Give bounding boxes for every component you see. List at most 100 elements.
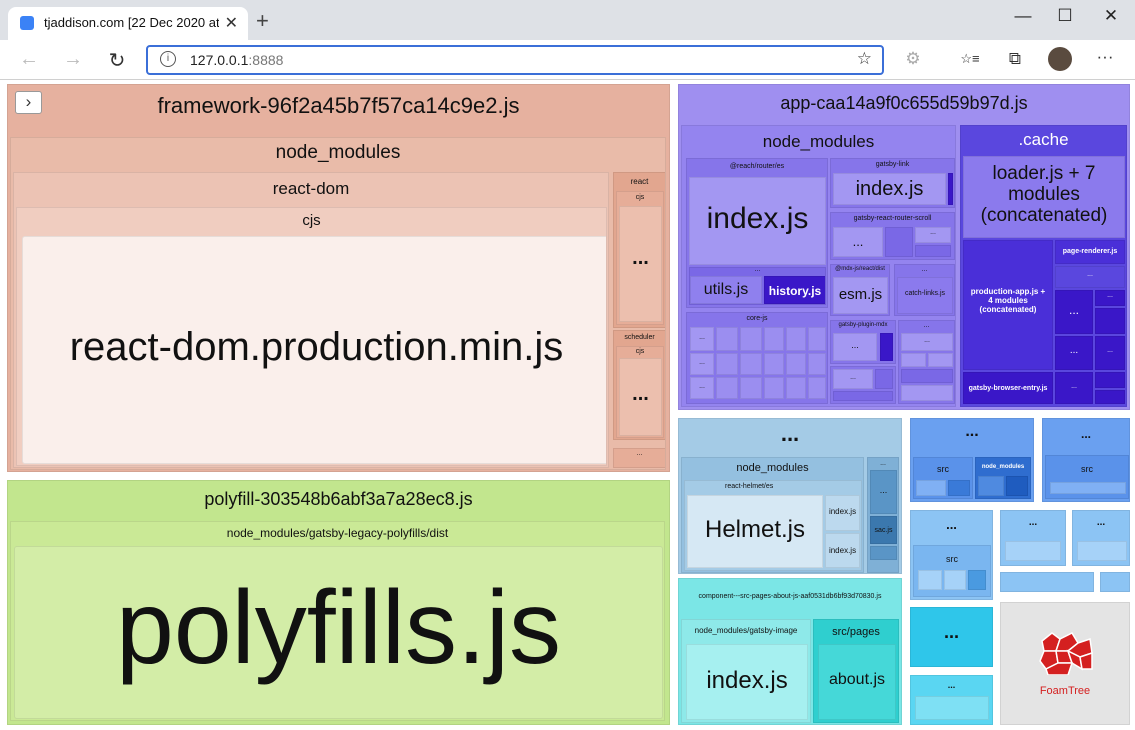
small-chunk-2[interactable]: ... src xyxy=(1042,418,1130,502)
react-dom-cjs-folder[interactable]: cjs react-dom.production.min.js xyxy=(16,207,607,466)
react-dom-folder[interactable]: react-dom cjs react-dom.production.min.j… xyxy=(13,172,609,468)
react-helmet-folder[interactable]: react-helmet/es Helmet.js index.js index… xyxy=(684,480,862,571)
core-js-module[interactable] xyxy=(716,327,738,351)
app-node-modules[interactable]: node_modules @reach/router/es index.js .… xyxy=(681,125,956,407)
sac-file[interactable]: sac.js xyxy=(870,516,897,544)
cache-module[interactable] xyxy=(1095,308,1125,334)
helmet-chunk[interactable]: ... node_modules react-helmet/es Helmet.… xyxy=(678,418,902,574)
helmet-file[interactable]: Helmet.js xyxy=(687,495,823,568)
router-scroll-more-node[interactable]: ... xyxy=(915,227,951,243)
helmet-side-module[interactable] xyxy=(870,546,897,560)
core-js-module[interactable] xyxy=(740,353,762,375)
core-js-module[interactable] xyxy=(764,327,784,351)
core-js-module[interactable] xyxy=(808,353,826,375)
esm-file[interactable]: esm.js xyxy=(833,277,888,314)
small-module[interactable] xyxy=(948,480,970,496)
catch-links-file[interactable]: catch-links.js xyxy=(897,277,953,314)
router-scroll-folder[interactable]: gatsby-react-router-scroll ... ... xyxy=(830,212,955,260)
tab-close-icon[interactable]: ✕ xyxy=(225,13,238,33)
small-module[interactable] xyxy=(944,570,966,590)
react-cjs-folder[interactable]: cjs ... xyxy=(616,191,664,325)
small-chunk-7[interactable] xyxy=(1100,572,1130,592)
gatsby-link-index-file[interactable]: index.js xyxy=(833,173,946,205)
small-module[interactable] xyxy=(1077,541,1127,561)
app-misc-folder-2[interactable]: ... ... xyxy=(898,320,955,404)
core-js-module[interactable] xyxy=(786,353,806,375)
app-chunk[interactable]: app-caa14a9f0c655d59b97d.js node_modules… xyxy=(678,84,1130,410)
scheduler-folder[interactable]: scheduler cjs ... xyxy=(613,330,665,440)
core-js-more-node[interactable]: ... xyxy=(690,377,714,399)
cache-module[interactable] xyxy=(1095,390,1125,404)
core-js-module[interactable] xyxy=(740,327,762,351)
framework-node-modules[interactable]: node_modules react-dom cjs react-dom.pro… xyxy=(10,137,666,470)
helmet-side-folder[interactable]: ... ... sac.js xyxy=(867,457,899,573)
cache-folder[interactable]: .cache loader.js + 7 modules (concatenat… xyxy=(960,125,1127,407)
router-scroll-module[interactable] xyxy=(915,245,951,257)
small-module[interactable] xyxy=(918,570,942,590)
gatsby-link-module[interactable] xyxy=(948,173,953,205)
cache-module[interactable]: ... xyxy=(1055,290,1093,334)
cache-module[interactable]: ... xyxy=(1055,372,1093,404)
cache-module[interactable] xyxy=(1095,372,1125,388)
router-scroll-more-node[interactable]: ... xyxy=(833,227,883,257)
gatsby-link-folder[interactable]: gatsby-link index.js xyxy=(830,158,955,208)
back-button[interactable]: ← xyxy=(16,48,42,71)
page-renderer-file[interactable]: page-renderer.js xyxy=(1055,240,1125,264)
maximize-button[interactable]: ☐ xyxy=(1050,6,1080,26)
plugin-mdx-folder[interactable]: gatsby-plugin-mdx ... xyxy=(830,320,896,364)
reach-more-node[interactable]: ... utils.js history.js xyxy=(689,267,826,305)
polyfill-dist-folder[interactable]: node_modules/gatsby-legacy-polyfills/dis… xyxy=(10,521,665,721)
react-more-node[interactable]: ... xyxy=(619,206,662,322)
small-chunk-5[interactable]: ... xyxy=(1072,510,1130,566)
core-js-more-node[interactable]: ... xyxy=(690,327,714,351)
production-app-file[interactable]: production-app.js + 4 modules (concatena… xyxy=(963,240,1053,370)
extension-icon[interactable]: ⚙ xyxy=(901,49,925,69)
small-chunk-3-src[interactable]: src xyxy=(913,545,991,597)
small-chunk-9[interactable]: ... xyxy=(910,675,993,725)
loader-file[interactable]: loader.js + 7 modules (concatenated) xyxy=(963,156,1125,238)
react-folder[interactable]: react cjs ... xyxy=(613,172,665,328)
small-module[interactable] xyxy=(1050,482,1126,494)
refresh-button[interactable]: ↻ xyxy=(104,48,130,73)
minimize-button[interactable]: — xyxy=(1008,6,1038,26)
sidebar-toggle-button[interactable]: › xyxy=(15,91,42,114)
small-chunk-3[interactable]: ... src xyxy=(910,510,993,600)
core-js-module[interactable] xyxy=(716,353,738,375)
core-js-module[interactable] xyxy=(808,327,826,351)
app-misc2-module[interactable] xyxy=(928,353,953,367)
small-module[interactable] xyxy=(1005,541,1061,561)
scheduler-cjs-folder[interactable]: cjs ... xyxy=(616,346,664,438)
framework-more-node[interactable]: ... xyxy=(613,448,665,468)
small-module[interactable] xyxy=(978,476,1004,496)
polyfill-chunk[interactable]: polyfill-303548b6abf3a7a28ec8.js node_mo… xyxy=(7,480,670,725)
helmet-index1-file[interactable]: index.js xyxy=(825,495,860,531)
cache-module[interactable]: ... xyxy=(1095,290,1125,306)
app-misc2-module[interactable] xyxy=(901,353,926,367)
small-chunk-1[interactable]: ... src node_modules xyxy=(910,418,1034,502)
scheduler-more-node[interactable]: ... xyxy=(619,358,662,436)
small-module[interactable] xyxy=(916,480,946,496)
helmet-index2-file[interactable]: index.js xyxy=(825,533,860,568)
plugin-mdx-module[interactable] xyxy=(880,333,893,361)
core-js-more-node[interactable]: ... xyxy=(690,353,714,375)
about-chunk[interactable]: component---src-pages-about-js-aaf0531db… xyxy=(678,578,902,725)
app-misc2-module[interactable] xyxy=(901,369,953,383)
gatsby-image-folder[interactable]: node_modules/gatsby-image index.js xyxy=(681,619,811,723)
history-file[interactable]: history.js xyxy=(764,276,825,304)
helmet-side-module[interactable]: ... xyxy=(870,470,897,514)
polyfills-file[interactable]: polyfills.js xyxy=(14,546,663,719)
src-pages-folder[interactable]: src/pages about.js xyxy=(813,619,899,723)
utils-file[interactable]: utils.js xyxy=(690,276,762,304)
catch-links-folder[interactable]: ... catch-links.js xyxy=(894,264,955,316)
small-chunk-6[interactable] xyxy=(1000,572,1094,592)
plugin-mdx-more-node[interactable]: ... xyxy=(833,333,877,361)
framework-chunk[interactable]: framework-96f2a45b7f57ca14c9e2.js node_m… xyxy=(7,84,670,472)
reach-router-folder[interactable]: @reach/router/es index.js ... utils.js h… xyxy=(686,158,828,308)
address-bar[interactable]: i 127.0.0.1:8888 ☆ xyxy=(146,45,884,75)
small-chunk-1-node-modules[interactable]: node_modules xyxy=(975,457,1031,499)
app-misc-module[interactable] xyxy=(875,369,893,389)
favorite-star-icon[interactable]: ☆ xyxy=(857,49,872,69)
new-tab-button[interactable]: + xyxy=(256,10,269,32)
forward-button[interactable]: → xyxy=(60,48,86,71)
about-file[interactable]: about.js xyxy=(818,644,896,720)
